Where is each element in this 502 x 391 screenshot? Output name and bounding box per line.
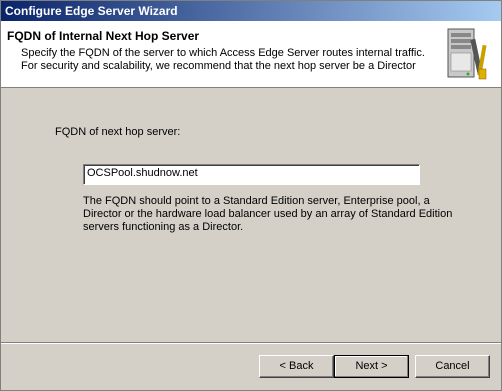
page-description: Specify the FQDN of the server to which … <box>21 47 425 72</box>
wizard-window: Configure Edge Server Wizard FQDN of Int… <box>0 0 502 391</box>
server-tools-icon <box>447 28 487 80</box>
next-button[interactable]: Next > <box>334 355 409 378</box>
back-button[interactable]: < Back <box>259 355 334 378</box>
window-title: Configure Edge Server Wizard <box>1 1 501 21</box>
button-separator <box>1 342 501 344</box>
cancel-button[interactable]: Cancel <box>415 355 490 378</box>
fqdn-help-text: The FQDN should point to a Standard Edit… <box>83 195 453 233</box>
page-title: FQDN of Internal Next Hop Server <box>7 29 200 43</box>
fqdn-label: FQDN of next hop server: <box>55 126 181 138</box>
wizard-header: FQDN of Internal Next Hop Server Specify… <box>1 21 501 88</box>
fqdn-input[interactable]: OCSPool.shudnow.net <box>83 164 420 185</box>
